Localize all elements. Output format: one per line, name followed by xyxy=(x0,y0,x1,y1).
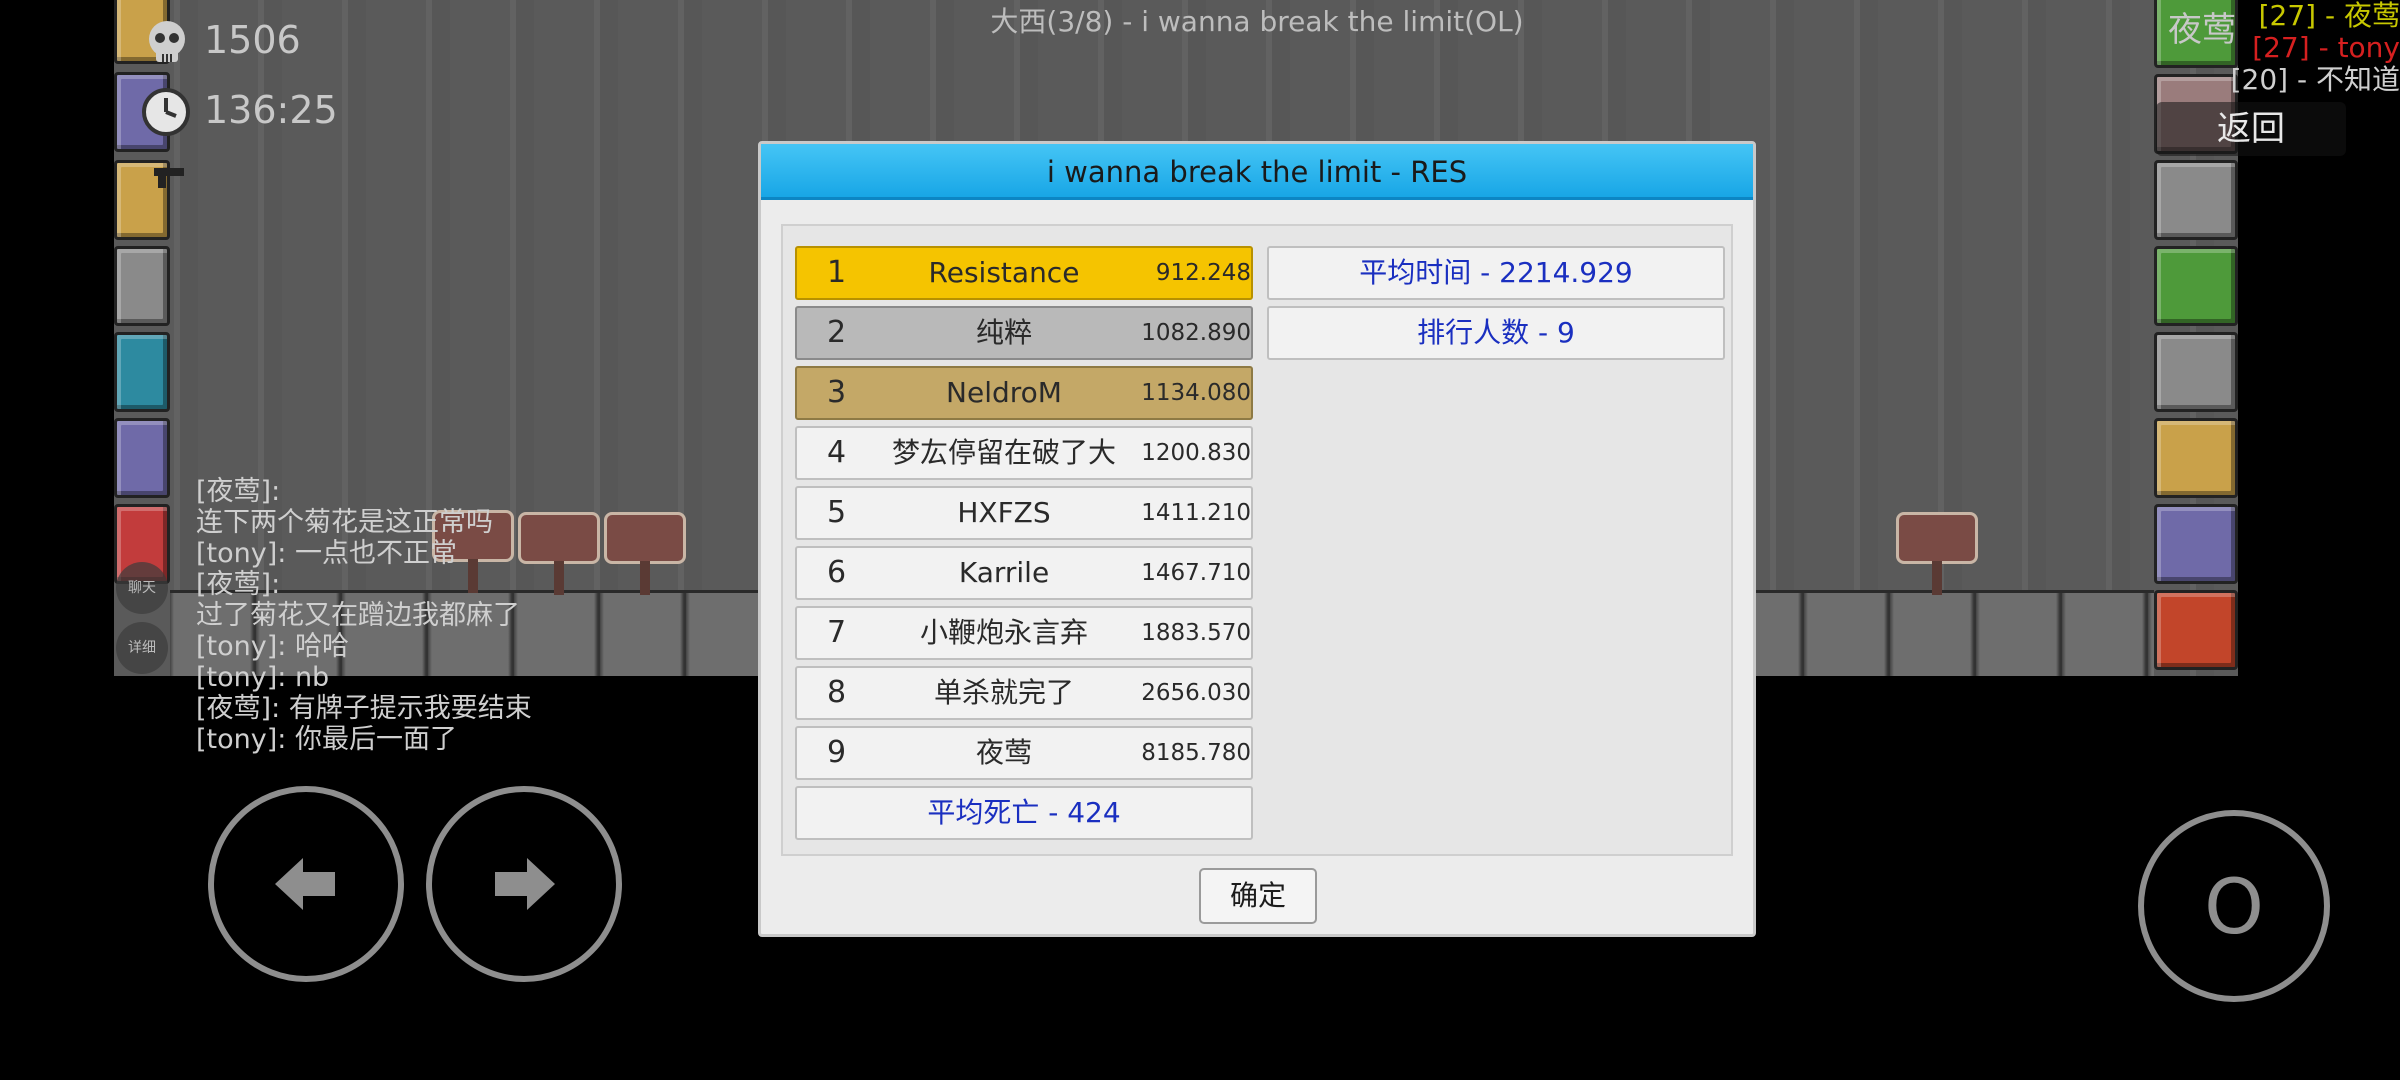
wall-block xyxy=(114,332,170,412)
ranking-row: 3 NeldroM 1134.080 xyxy=(795,366,1253,420)
chat-line: [tony]: nb xyxy=(196,662,330,693)
rank-number: 4 xyxy=(827,435,847,470)
ranking-row: 9 夜莺 8185.780 xyxy=(795,726,1253,780)
rank-number: 1 xyxy=(827,255,847,290)
detail-button[interactable]: 详细 xyxy=(116,622,168,674)
rank-number: 5 xyxy=(827,495,847,530)
player-name: 夜莺 xyxy=(975,736,1032,769)
results-panel: 1 Resistance 912.248 2 纯粹 1082.890 3 Nel… xyxy=(781,224,1733,856)
dialog-title: i wanna break the limit - RES xyxy=(761,144,1753,200)
ranking-row: 6 Karrile 1467.710 xyxy=(795,546,1253,600)
clear-time: 1200.830 xyxy=(1141,440,1251,466)
chat-line: [夜莺]: 有牌子提示我要结束 xyxy=(196,693,532,724)
chat-toggle-button[interactable]: 聊天 xyxy=(116,562,168,614)
clock-icon xyxy=(142,88,190,136)
level-title: 大西(3/8) - i wanna break the limit(OL) xyxy=(990,5,1524,38)
ranked-player-count: 排行人数 - 9 xyxy=(1267,306,1725,360)
move-right-button[interactable] xyxy=(426,786,622,982)
player-name: 纯粹 xyxy=(975,316,1032,349)
chat-line: [tony]: 你最后一面了 xyxy=(196,724,457,755)
jump-button[interactable]: O xyxy=(2138,810,2330,1002)
rank-number: 2 xyxy=(827,315,847,350)
clear-time: 2656.030 xyxy=(1141,680,1251,706)
player-name: HXFZS xyxy=(957,496,1051,529)
player-name: NeldroM xyxy=(946,376,1062,409)
clear-time: 1082.890 xyxy=(1141,320,1251,346)
clear-time: 8185.780 xyxy=(1141,740,1251,766)
arrow-right-icon xyxy=(495,858,555,910)
player-name: 梦厷停留在破了大 xyxy=(891,436,1116,469)
clear-time: 1467.710 xyxy=(1141,560,1251,586)
chat-log: [夜莺]: 连下两个菊花是这正常吗 [tony]: 一点也不正常 [夜莺]: 过… xyxy=(196,476,532,755)
wall-block xyxy=(114,246,170,326)
clear-time: 1134.080 xyxy=(1141,380,1251,406)
ranking-row: 7 小鞭炮永言弃 1883.570 xyxy=(795,606,1253,660)
chat-line: 过了菊花又在蹭边我都麻了 xyxy=(196,600,520,631)
sign xyxy=(1896,512,1978,595)
ranking-row: 8 单杀就完了 2656.030 xyxy=(795,666,1253,720)
rank-number: 6 xyxy=(827,555,847,590)
move-left-button[interactable] xyxy=(208,786,404,982)
rank-number: 8 xyxy=(827,675,847,710)
clear-time: 1411.210 xyxy=(1141,500,1251,526)
wall-block xyxy=(2154,160,2238,240)
arrow-left-icon xyxy=(275,858,335,910)
ranking-row: 1 Resistance 912.248 xyxy=(795,246,1253,300)
scoreboard-entry: [27] - 夜莺 xyxy=(2258,0,2400,32)
player-name: Karrile xyxy=(958,556,1050,589)
player-name: 单杀就完了 xyxy=(933,676,1074,709)
skull-icon xyxy=(149,21,185,62)
clear-time: 912.248 xyxy=(1155,260,1251,286)
back-button[interactable]: 返回 xyxy=(2156,102,2346,156)
death-count: 1506 xyxy=(204,18,301,62)
ranking-row: 4 梦厷停留在破了大 1200.830 xyxy=(795,426,1253,480)
player-scoreboard: [27] - 夜莺 [27] - tony [20] - 不知道 xyxy=(2231,0,2400,96)
wall-block xyxy=(2154,332,2238,412)
scoreboard-entry: [27] - tony xyxy=(2252,31,2400,64)
ranking-row: 2 纯粹 1082.890 xyxy=(795,306,1253,360)
scoreboard-entry: [20] - 不知道 xyxy=(2230,63,2400,96)
chat-line: [tony]: 哈哈 xyxy=(196,631,349,662)
chat-line: [夜莺]: xyxy=(196,476,281,507)
elapsed-time: 136:25 xyxy=(204,88,338,132)
wall-block xyxy=(114,418,170,498)
rank-number: 9 xyxy=(827,735,847,770)
sign xyxy=(604,512,686,595)
average-deaths: 平均死亡 - 424 xyxy=(795,786,1253,840)
wall-block xyxy=(2154,246,2238,326)
clear-time: 1883.570 xyxy=(1141,620,1251,646)
chat-line: [tony]: 一点也不正常 xyxy=(196,538,457,569)
confirm-button[interactable]: 确定 xyxy=(1199,868,1317,924)
player-name: Resistance xyxy=(928,256,1080,289)
wall-block xyxy=(2154,590,2238,670)
player-name: 小鞭炮永言弃 xyxy=(919,616,1088,649)
results-dialog: i wanna break the limit - RES 1 Resistan… xyxy=(758,141,1756,937)
rank-number: 7 xyxy=(827,615,847,650)
wall-block xyxy=(2154,504,2238,584)
rank-number: 3 xyxy=(827,375,847,410)
chat-line: 连下两个菊花是这正常吗 xyxy=(196,507,493,538)
gun-icon xyxy=(154,168,184,188)
wall-block xyxy=(2154,418,2238,498)
ranking-row: 5 HXFZS 1411.210 xyxy=(795,486,1253,540)
average-time: 平均时间 - 2214.929 xyxy=(1267,246,1725,300)
player-tag: 夜莺 xyxy=(2168,10,2236,50)
chat-line: [夜莺]: xyxy=(196,569,281,600)
